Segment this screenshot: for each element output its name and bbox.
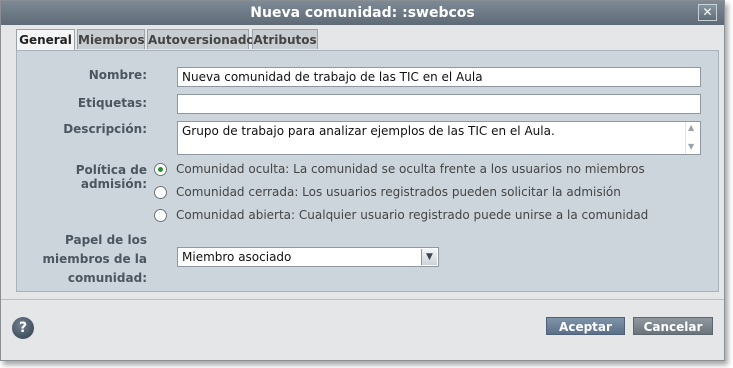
- policy-option-label: Comunidad oculta: La comunidad se oculta…: [176, 162, 645, 176]
- general-panel: Nombre: Nueva comunidad de trabajo de la…: [16, 50, 719, 292]
- tags-label: Etiquetas:: [77, 96, 147, 110]
- chevron-down-icon[interactable]: ▼: [421, 249, 437, 265]
- policy-option-label: Comunidad abierta: Cualquier usuario reg…: [176, 208, 649, 222]
- member-role-select[interactable]: Miembro asociado ▼: [177, 247, 439, 267]
- tab-general[interactable]: General: [16, 29, 75, 51]
- tab-miembros[interactable]: Miembros: [77, 29, 145, 49]
- radio-icon[interactable]: [154, 209, 167, 222]
- tab-autoversionado[interactable]: Autoversionado: [147, 29, 255, 49]
- description-scrollbar[interactable]: ▲ ▼: [685, 122, 700, 154]
- radio-icon[interactable]: [154, 186, 167, 199]
- close-icon[interactable]: ✕: [698, 4, 717, 21]
- admission-policy-label: Política de admisión:: [75, 163, 147, 191]
- member-role-value: Miembro asociado: [182, 250, 292, 264]
- scroll-down-icon[interactable]: ▼: [688, 142, 694, 151]
- name-label: Nombre:: [88, 68, 147, 82]
- policy-option-label: Comunidad cerrada: Los usuarios registra…: [176, 185, 621, 199]
- description-label: Descripción:: [63, 122, 147, 136]
- tab-atributos[interactable]: Atributos: [252, 29, 318, 49]
- tags-field[interactable]: [177, 94, 701, 114]
- scroll-up-icon[interactable]: ▲: [688, 123, 694, 132]
- name-field[interactable]: Nueva comunidad de trabajo de las TIC en…: [177, 67, 701, 87]
- description-field[interactable]: Grupo de trabajo para analizar ejemplos …: [177, 121, 701, 155]
- dialog-titlebar: Nueva comunidad: :swebcos ✕: [1, 1, 724, 25]
- description-text: Grupo de trabajo para analizar ejemplos …: [182, 124, 555, 138]
- footer-divider: [1, 299, 724, 300]
- dialog-title: Nueva comunidad: :swebcos: [250, 5, 475, 21]
- member-role-label: Papel de los miembros de la comunidad:: [42, 233, 147, 285]
- radio-selected-icon[interactable]: [154, 163, 167, 176]
- new-community-dialog: Nueva comunidad: :swebcos ✕ General Miem…: [0, 0, 725, 361]
- cancel-button[interactable]: Cancelar: [633, 317, 713, 335]
- help-icon[interactable]: ?: [12, 317, 34, 339]
- accept-button[interactable]: Aceptar: [546, 317, 625, 335]
